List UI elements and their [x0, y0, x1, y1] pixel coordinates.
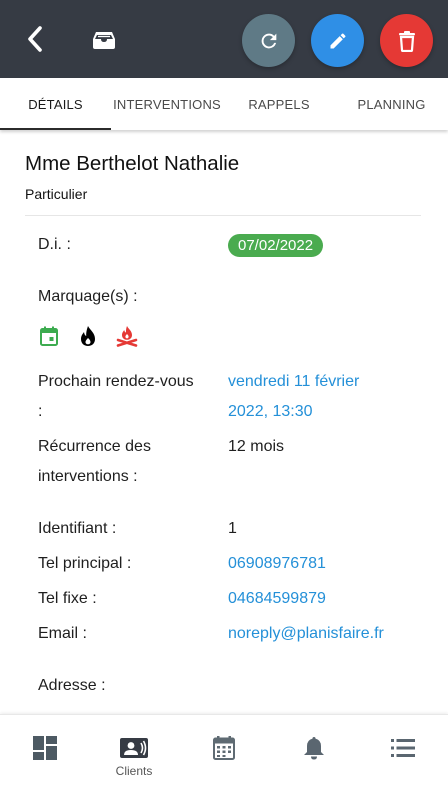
- tab-planning[interactable]: PLANNING: [335, 78, 448, 130]
- trash-icon: [398, 30, 415, 52]
- nav-menu[interactable]: [358, 715, 448, 800]
- client-name: Mme Berthelot Nathalie: [25, 152, 240, 175]
- di-label: D.i. :: [38, 236, 71, 253]
- bell-icon: [304, 737, 324, 760]
- nav-dashboard[interactable]: [0, 715, 90, 800]
- identifier-label: Identifiant :: [38, 520, 117, 537]
- recurrence-value: 12 mois: [228, 438, 285, 455]
- email-label: Email :: [38, 625, 87, 642]
- list-icon: [391, 739, 415, 757]
- pencil-icon: [330, 32, 346, 48]
- di-date-badge: 07/02/2022: [228, 234, 324, 257]
- nav-clients[interactable]: Clients: [89, 715, 179, 800]
- next-appointment-time-link[interactable]: 2022, 13:30: [228, 397, 313, 427]
- next-appointment-link[interactable]: vendredi 11 février: [228, 367, 359, 397]
- nav-calendar[interactable]: [179, 715, 269, 800]
- nav-notifications[interactable]: [269, 715, 359, 800]
- next-appointment-label: Prochain rendez-vous: [38, 373, 194, 390]
- fire-icon: [77, 325, 99, 347]
- landline-link[interactable]: 04684599879: [228, 584, 326, 614]
- edit-button[interactable]: [311, 14, 364, 67]
- archive-button[interactable]: [88, 24, 120, 56]
- delete-button[interactable]: [380, 14, 433, 67]
- markings-label: Marquage(s) :: [38, 288, 138, 305]
- recurrence-label-2: interventions :: [38, 468, 138, 485]
- contacts-icon: [120, 738, 148, 758]
- client-type: Particulier: [25, 186, 88, 202]
- back-arrow-icon: [28, 26, 42, 52]
- divider: [25, 215, 421, 216]
- top-app-bar: [0, 0, 448, 78]
- markings-list: [38, 325, 138, 347]
- recurrence-label: Récurrence des: [38, 438, 151, 455]
- tab-reminders[interactable]: RAPPELS: [223, 78, 335, 130]
- address-label: Adresse :: [38, 677, 106, 694]
- bottom-navigation: Clients: [0, 714, 448, 800]
- archive-tray-icon: [93, 32, 115, 49]
- refresh-icon: [261, 33, 276, 48]
- client-details: Mme Berthelot Nathalie Particulier D.i. …: [0, 130, 448, 714]
- back-button[interactable]: [18, 20, 52, 58]
- calendar-icon: [38, 325, 60, 347]
- tab-interventions[interactable]: INTERVENTIONS: [111, 78, 223, 130]
- main-phone-label: Tel principal :: [38, 555, 132, 572]
- next-appointment-label-colon: :: [38, 403, 43, 420]
- dashboard-icon: [33, 736, 57, 760]
- landline-label: Tel fixe :: [38, 590, 97, 607]
- refresh-button[interactable]: [242, 14, 295, 67]
- tab-details[interactable]: DÉTAILS: [0, 78, 111, 130]
- calendar-grid-icon: [213, 736, 235, 760]
- nav-clients-label: Clients: [115, 764, 153, 778]
- email-link[interactable]: noreply@planisfaire.fr: [228, 619, 406, 649]
- main-phone-link[interactable]: 06908976781: [228, 549, 326, 579]
- campfire-icon: [116, 325, 138, 347]
- detail-tabs: DÉTAILS INTERVENTIONS RAPPELS PLANNING: [0, 78, 448, 130]
- identifier-value: 1: [228, 520, 237, 537]
